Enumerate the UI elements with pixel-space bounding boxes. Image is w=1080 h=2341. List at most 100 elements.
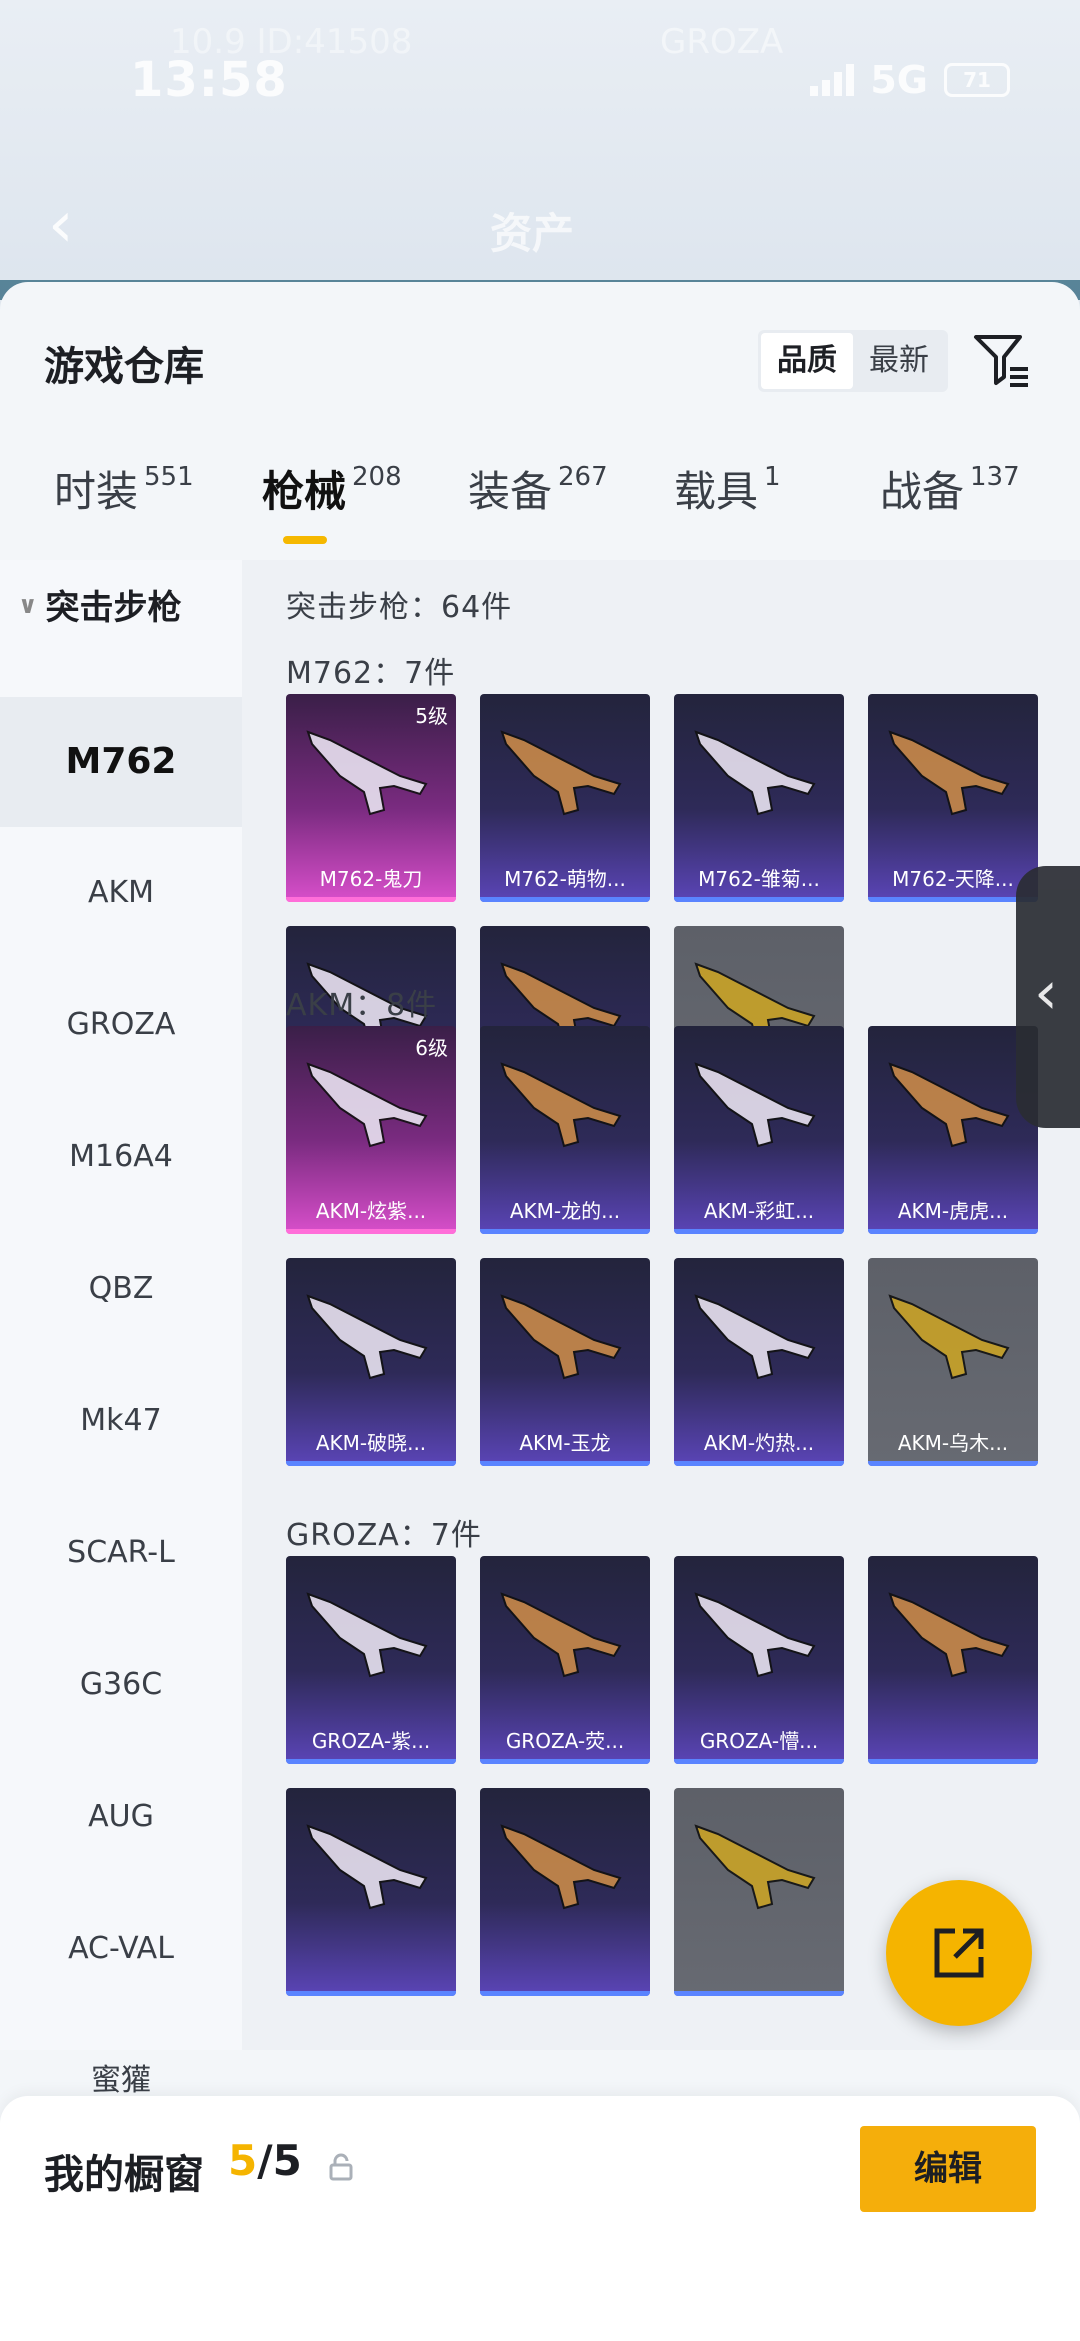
- section-heading: M762：7件: [286, 656, 456, 691]
- rail-item-ac-val[interactable]: AC-VAL: [0, 1884, 242, 2014]
- rifle-icon: [500, 1592, 622, 1678]
- weapon-skin-grid: 突击步枪：64件 M762：7件 5级 M762-鬼刀 M762-萌物... M762-…: [242, 560, 1080, 2050]
- skin-card-name: M762-天降...: [892, 867, 1014, 891]
- skin-card[interactable]: GROZA-懵...: [674, 1556, 844, 1764]
- category-tabs: 时装 551 枪械 208 装备 267 载具 1 战备 137: [0, 462, 1080, 562]
- rail-item-qbz[interactable]: QBZ: [0, 1224, 242, 1354]
- rifle-icon: [306, 1294, 428, 1380]
- skin-card[interactable]: M762-天降...: [868, 694, 1038, 902]
- network-label: 5G: [870, 58, 928, 102]
- share-button[interactable]: [886, 1880, 1032, 2026]
- section-heading: GROZA：7件: [286, 1518, 482, 1553]
- rifle-icon: [306, 1592, 428, 1678]
- rail-item-groza[interactable]: GROZA: [0, 960, 242, 1090]
- showcase-title: 我的橱窗: [44, 2152, 204, 2198]
- skin-card-name: AKM-彩虹...: [703, 1199, 815, 1223]
- skin-card-name: AKM-灼热...: [703, 1431, 815, 1455]
- skin-level-badge: 5级: [415, 704, 448, 728]
- rail-item-m16a4[interactable]: M16A4: [0, 1092, 242, 1222]
- rarity-stripe: [286, 1461, 456, 1466]
- edit-button[interactable]: 编辑: [860, 2126, 1036, 2212]
- skin-card[interactable]: [286, 1788, 456, 1996]
- active-tab-indicator: [283, 536, 327, 544]
- side-drawer-handle[interactable]: ‹: [1016, 866, 1080, 1128]
- rifle-icon: [306, 1062, 428, 1148]
- rarity-stripe: [674, 1759, 844, 1764]
- back-icon[interactable]: ‹: [48, 188, 74, 262]
- rifle-icon: [500, 1062, 622, 1148]
- tab-skins[interactable]: 时装 551: [54, 462, 194, 522]
- rarity-stripe: [286, 1229, 456, 1234]
- rifle-icon: [500, 1294, 622, 1380]
- rifle-icon: [694, 1062, 816, 1148]
- skin-card-name: AKM-乌木...: [897, 1431, 1009, 1455]
- rail-item-m762[interactable]: M762: [0, 697, 242, 827]
- skin-card[interactable]: GROZA-荧...: [480, 1556, 650, 1764]
- filter-icon[interactable]: [970, 327, 1034, 391]
- skin-card[interactable]: GROZA-紫...: [286, 1556, 456, 1764]
- skin-card[interactable]: [480, 1788, 650, 1996]
- ghost-text-center: GROZA: [660, 22, 784, 62]
- tab-weapons[interactable]: 枪械 208: [262, 462, 402, 522]
- tab-equipment[interactable]: 装备 267: [468, 462, 608, 522]
- sort-option-quality[interactable]: 品质: [761, 333, 853, 389]
- tab-label: 枪械: [262, 467, 347, 516]
- app-header-title: 资产: [490, 209, 575, 258]
- rail-item-g36c[interactable]: G36C: [0, 1620, 242, 1750]
- rifle-icon: [694, 1824, 816, 1910]
- section-heading: AKM：8件: [286, 988, 438, 1023]
- tab-combat-gear[interactable]: 战备 137: [880, 462, 1020, 522]
- rarity-stripe: [868, 1461, 1038, 1466]
- skin-card-name: M762-萌物...: [504, 867, 626, 891]
- showcase-bar: 我的橱窗 5/5 编辑: [0, 2096, 1080, 2341]
- skin-card[interactable]: [868, 1556, 1038, 1764]
- status-indicators: 5G 71: [810, 58, 1010, 102]
- skin-card-name: AKM-破晓...: [315, 1431, 427, 1455]
- rail-item-aug[interactable]: AUG: [0, 1752, 242, 1882]
- rarity-stripe: [674, 1461, 844, 1466]
- skin-card[interactable]: AKM-灼热...: [674, 1258, 844, 1466]
- rifle-icon: [888, 730, 1010, 816]
- share-icon: [934, 1928, 984, 1978]
- rarity-stripe: [480, 1229, 650, 1234]
- skin-card[interactable]: 6级 AKM-炫紫...: [286, 1026, 456, 1234]
- skin-card[interactable]: AKM-破晓...: [286, 1258, 456, 1466]
- battery-icon: 71: [944, 63, 1010, 97]
- rarity-stripe: [868, 1229, 1038, 1234]
- skin-card-name: GROZA-懵...: [699, 1729, 819, 1753]
- rifle-icon: [306, 1824, 428, 1910]
- skin-card[interactable]: AKM-玉龙: [480, 1258, 650, 1466]
- skin-card[interactable]: AKM-龙的...: [480, 1026, 650, 1234]
- rifle-icon: [500, 730, 622, 816]
- rail-item-mk47[interactable]: Mk47: [0, 1356, 242, 1486]
- skin-card[interactable]: M762-雏菊...: [674, 694, 844, 902]
- tab-count: 551: [144, 462, 194, 492]
- skin-card[interactable]: AKM-乌木...: [868, 1258, 1038, 1466]
- rail-item-akm[interactable]: AKM: [0, 828, 242, 958]
- rarity-stripe: [286, 1759, 456, 1764]
- game-warehouse-sheet: 游戏仓库 品质 最新 时装 551 枪械 208 装备 267 载具 1 战备 …: [0, 282, 1080, 2341]
- skin-card[interactable]: [674, 1788, 844, 1996]
- tab-count: 137: [970, 462, 1020, 492]
- rifle-icon: [694, 1592, 816, 1678]
- rail-group-assault-rifles[interactable]: ∨ 突击步枪: [18, 580, 182, 629]
- rail-item-scar-l[interactable]: SCAR-L: [0, 1488, 242, 1618]
- rifle-icon: [500, 1824, 622, 1910]
- tab-label: 装备: [468, 467, 553, 516]
- sort-option-newest[interactable]: 最新: [853, 333, 945, 389]
- skin-card[interactable]: AKM-虎虎...: [868, 1026, 1038, 1234]
- tab-label: 战备: [880, 467, 965, 516]
- skin-card[interactable]: M762-萌物...: [480, 694, 650, 902]
- rifle-icon: [694, 730, 816, 816]
- rifle-icon: [888, 1062, 1010, 1148]
- tab-vehicles[interactable]: 载具 1: [674, 462, 781, 522]
- rarity-stripe: [868, 1759, 1038, 1764]
- rarity-stripe: [868, 897, 1038, 902]
- skin-card[interactable]: AKM-彩虹...: [674, 1026, 844, 1234]
- lock-icon[interactable]: [328, 2152, 354, 2182]
- tab-label: 载具: [674, 467, 759, 516]
- rail-group-label: 突击步枪: [45, 588, 182, 628]
- tab-count: 267: [558, 462, 608, 492]
- skin-card-name: GROZA-荧...: [505, 1729, 625, 1753]
- skin-card[interactable]: 5级 M762-鬼刀: [286, 694, 456, 902]
